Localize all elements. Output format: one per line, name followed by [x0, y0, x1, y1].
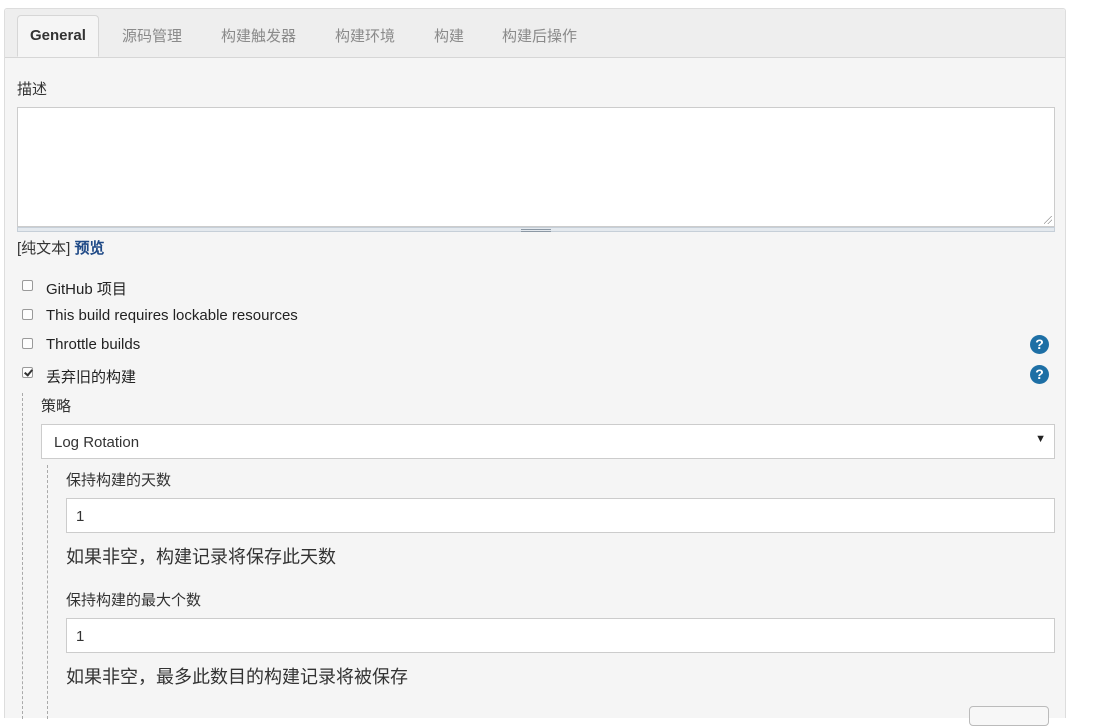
description-textarea[interactable]	[17, 107, 1055, 227]
tab-build-environment[interactable]: 构建环境	[323, 17, 407, 57]
format-plain-text: [纯文本]	[17, 240, 71, 257]
discard-old-builds-checkbox[interactable]	[22, 367, 33, 378]
max-builds-input[interactable]: 1	[66, 618, 1055, 653]
lockable-resources-label: This build requires lockable resources	[46, 307, 298, 324]
tab-general[interactable]: General	[17, 15, 99, 57]
throttle-help-icon[interactable]: ?	[1030, 335, 1049, 354]
max-builds-hint: 如果非空，最多此数目的构建记录将被保存	[66, 667, 408, 687]
chevron-down-icon: ▼	[1035, 433, 1046, 445]
github-project-label: GitHub 项目	[46, 281, 127, 298]
job-config-panel: General 源码管理 构建触发器 构建环境 构建 构建后操作 描述 [纯文本…	[4, 8, 1066, 726]
tab-post-build-actions[interactable]: 构建后操作	[490, 17, 589, 57]
days-to-keep-label: 保持构建的天数	[66, 472, 172, 489]
config-tabbar: General 源码管理 构建触发器 构建环境 构建 构建后操作	[5, 9, 1065, 58]
drag-handle-icon	[521, 229, 551, 232]
description-resize-bar[interactable]	[17, 227, 1055, 232]
days-to-keep-input[interactable]: 1	[66, 498, 1055, 533]
resize-grip-icon[interactable]	[1044, 216, 1052, 224]
lockable-resources-checkbox[interactable]	[22, 309, 33, 320]
throttle-builds-label: Throttle builds	[46, 336, 141, 353]
strategy-select[interactable]: Log Rotation ▼	[41, 424, 1055, 459]
section-divider	[22, 393, 23, 719]
discard-help-icon[interactable]: ?	[1030, 365, 1049, 384]
advanced-button[interactable]	[969, 706, 1049, 726]
throttle-builds-checkbox[interactable]	[22, 338, 33, 349]
strategy-label: 策略	[41, 398, 72, 415]
strategy-selected-value: Log Rotation	[54, 434, 140, 451]
tab-source-code-management[interactable]: 源码管理	[110, 17, 194, 57]
tab-build[interactable]: 构建	[422, 17, 476, 57]
days-to-keep-value: 1	[76, 508, 85, 525]
description-format-line: [纯文本] 预览	[17, 237, 105, 258]
description-label: 描述	[17, 81, 48, 98]
days-to-keep-hint: 如果非空，构建记录将保存此天数	[66, 547, 336, 567]
tab-build-triggers[interactable]: 构建触发器	[209, 17, 308, 57]
subsection-divider	[47, 465, 48, 719]
preview-link[interactable]: 预览	[75, 240, 105, 257]
github-project-checkbox[interactable]	[22, 280, 33, 291]
max-builds-label: 保持构建的最大个数	[66, 592, 202, 609]
max-builds-value: 1	[76, 628, 85, 645]
discard-old-builds-label: 丢弃旧的构建	[46, 369, 137, 386]
